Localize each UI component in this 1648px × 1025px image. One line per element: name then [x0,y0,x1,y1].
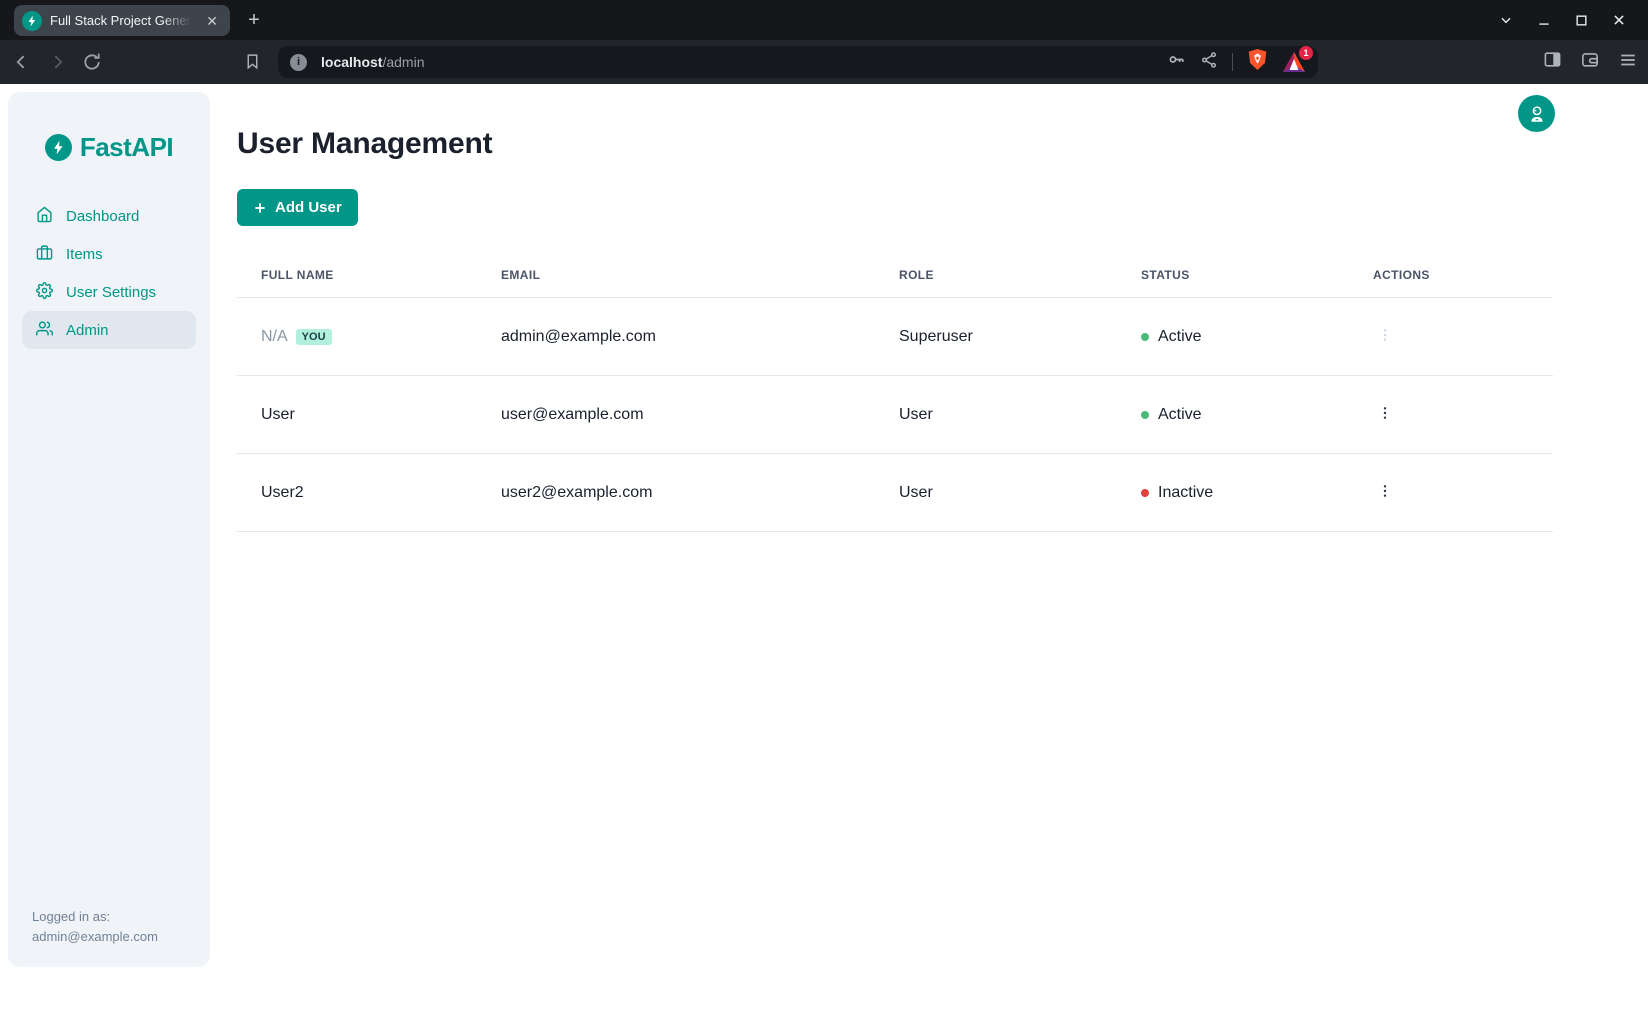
column-header-status: STATUS [1117,253,1349,298]
full-name-cell: User2 [237,454,477,532]
role-cell: User [875,454,1117,532]
tab-close-icon[interactable]: ✕ [202,12,222,30]
wallet-icon[interactable] [1580,50,1600,74]
brave-shield-icon[interactable] [1247,48,1268,76]
users-icon [36,320,53,341]
url-host: localhost [321,54,382,70]
column-header-email: EMAIL [477,253,875,298]
status-cell: Inactive [1117,454,1349,532]
user-avatar-button[interactable] [1518,95,1555,132]
nav-item-label: Items [66,246,103,263]
sidebar-item-user-settings[interactable]: User Settings [22,273,196,311]
minimize-button[interactable] [1537,13,1551,27]
full-name-cell: N/AYOU [237,298,477,376]
email-cell: user2@example.com [477,454,875,532]
briefcase-icon [36,244,53,265]
gear-icon [36,282,53,303]
status-dot [1141,333,1149,341]
back-button[interactable] [12,52,32,72]
actions-cell [1349,376,1553,454]
column-header-role: ROLE [875,253,1117,298]
site-info-icon[interactable]: i [290,54,307,71]
status-cell: Active [1117,376,1349,454]
brave-rewards-icon[interactable]: 1 [1282,51,1306,73]
maximize-button[interactable] [1575,14,1588,27]
actions-cell [1349,298,1553,376]
address-bar[interactable]: i localhost/admin 1 [278,46,1318,78]
table-header-row: FULL NAMEEMAILROLESTATUSACTIONS [237,253,1553,298]
column-header-full-name: FULL NAME [237,253,477,298]
nav-item-label: User Settings [66,284,156,301]
sidebar: FastAPI Dashboard Items User Settings Ad… [8,92,210,967]
fastapi-favicon-icon [22,11,42,31]
sidebar-toggle-icon[interactable] [1543,50,1562,74]
fastapi-logo: FastAPI [45,132,173,163]
url-text[interactable]: localhost/admin [321,54,425,70]
row-actions-menu-button[interactable] [1373,478,1397,507]
main-content: User Management Add User FULL NAMEEMAILR… [210,84,1648,1025]
tab-title: Full Stack Project Genera [50,13,194,28]
logged-in-email: admin@example.com [32,927,196,947]
toolbar-divider [1232,53,1233,71]
reload-button[interactable] [82,52,102,72]
table-row: N/AYOU admin@example.com Superuser Activ… [237,298,1553,376]
role-cell: Superuser [875,298,1117,376]
sidebar-item-admin[interactable]: Admin [22,311,196,349]
url-path: /admin [382,54,424,70]
brand-name: FastAPI [80,132,173,163]
nav-item-label: Dashboard [66,208,139,225]
row-actions-menu-button[interactable] [1373,400,1397,429]
fastapi-bolt-icon [45,134,72,161]
actions-cell [1349,454,1553,532]
add-user-button[interactable]: Add User [237,189,358,226]
users-table: FULL NAMEEMAILROLESTATUSACTIONS N/AYOU a… [237,253,1553,532]
browser-tab[interactable]: Full Stack Project Genera ✕ [14,5,230,36]
browser-toolbar: i localhost/admin 1 [0,40,1648,84]
sidebar-item-items[interactable]: Items [22,235,196,273]
table-row: User2 user2@example.com User Inactive [237,454,1553,532]
bookmark-icon[interactable] [244,52,261,76]
menu-hamburger-icon[interactable] [1618,51,1638,74]
plus-icon [253,201,267,215]
column-header-actions: ACTIONS [1349,253,1553,298]
full-name-cell: User [237,376,477,454]
browser-tab-strip: Full Stack Project Genera ✕ + [0,0,1648,40]
page-content: FastAPI Dashboard Items User Settings Ad… [0,84,1648,1025]
role-cell: User [875,376,1117,454]
email-cell: admin@example.com [477,298,875,376]
logged-in-label: Logged in as: [32,907,196,927]
you-badge: YOU [296,329,332,345]
status-cell: Active [1117,298,1349,376]
password-key-icon[interactable] [1167,50,1186,74]
close-window-button[interactable] [1612,13,1626,27]
tab-search-chevron-icon[interactable] [1499,13,1513,27]
home-icon [36,206,53,227]
rewards-notification-badge: 1 [1299,46,1313,60]
nav-item-label: Admin [66,322,109,339]
sidebar-item-dashboard[interactable]: Dashboard [22,197,196,235]
page-title: User Management [237,127,1648,161]
new-tab-button[interactable]: + [242,8,266,32]
status-dot [1141,411,1149,419]
share-icon[interactable] [1200,51,1218,74]
email-cell: user@example.com [477,376,875,454]
sidebar-nav: Dashboard Items User Settings Admin [22,197,196,349]
table-row: User user@example.com User Active [237,376,1553,454]
forward-button[interactable] [47,52,67,72]
logged-in-info: Logged in as: admin@example.com [22,907,196,947]
status-dot [1141,489,1149,497]
row-actions-menu-button[interactable] [1373,322,1397,351]
